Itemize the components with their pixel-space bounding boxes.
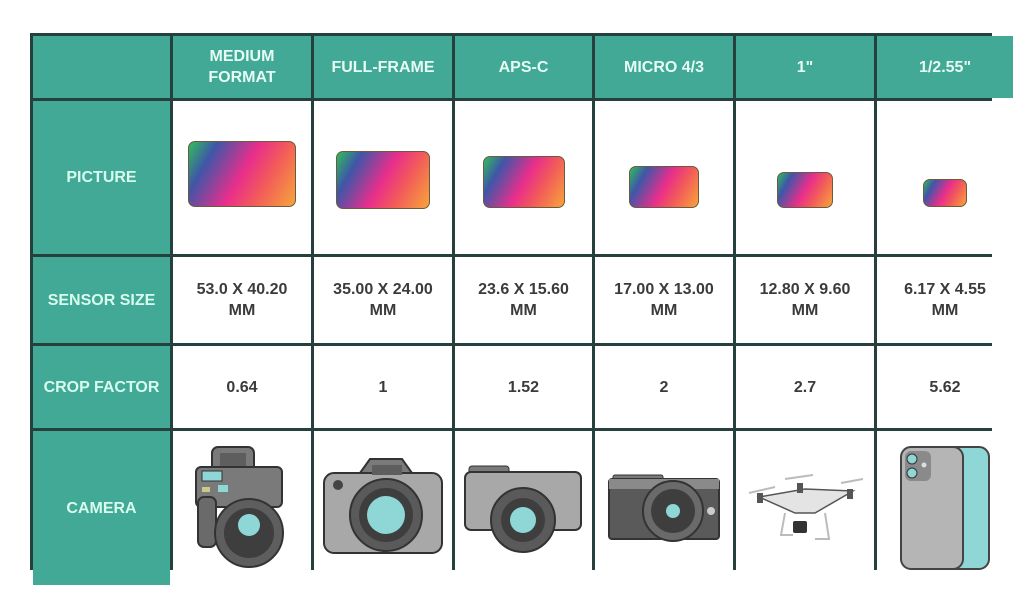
crop-factor-value: 5.62 (877, 346, 1013, 428)
column-header: MEDIUM FORMAT (173, 36, 311, 98)
sensor-size-value: 6.17 X 4.55 MM (877, 257, 1013, 343)
picture-cell (455, 101, 592, 254)
picture-cell (877, 101, 1013, 254)
mirrorless-camera-icon (463, 465, 582, 553)
drone-icon (748, 474, 864, 540)
picture-cell (314, 101, 452, 254)
camera-cell (736, 431, 874, 585)
dslr-camera-icon (323, 458, 443, 554)
crop-factor-value: 2 (595, 346, 733, 428)
sensor-picture (336, 150, 430, 209)
sensor-size-value: 35.00 X 24.00 MM (314, 257, 452, 343)
camera-cell (455, 431, 592, 585)
camera-cell (877, 431, 1013, 585)
column-header: FULL-FRAME (314, 36, 452, 98)
sensor-picture (482, 155, 565, 208)
sensor-picture (188, 140, 296, 207)
sensor-size-value: 17.00 X 13.00 MM (595, 257, 733, 343)
camera-cell (595, 431, 733, 585)
picture-cell (736, 101, 874, 254)
row-label-camera: CAMERA (33, 431, 170, 585)
camera-cell (173, 431, 311, 585)
crop-factor-value: 0.64 (173, 346, 311, 428)
picture-cell (173, 101, 311, 254)
smartphone-icon (900, 446, 990, 570)
column-header: 1/2.55" (877, 36, 1013, 98)
camera-cell (314, 431, 452, 585)
sensor-picture (923, 178, 967, 207)
row-label-crop-factor: CROP FACTOR (33, 346, 170, 428)
crop-factor-value: 1.52 (455, 346, 592, 428)
picture-cell (595, 101, 733, 254)
column-header: MICRO 4/3 (595, 36, 733, 98)
row-label-picture: PICTURE (33, 101, 170, 254)
header-corner (33, 36, 170, 98)
medium-format-camera-icon (195, 446, 284, 568)
crop-factor-value: 1 (314, 346, 452, 428)
sensor-picture (629, 165, 699, 208)
column-header: APS-C (455, 36, 592, 98)
column-header: 1" (736, 36, 874, 98)
row-label-sensor-size: SENSOR SIZE (33, 257, 170, 343)
sensor-picture (777, 171, 833, 208)
sensor-size-value: 12.80 X 9.60 MM (736, 257, 874, 343)
sensor-size-value: 23.6 X 15.60 MM (455, 257, 592, 343)
compact-camera-icon (608, 474, 720, 542)
sensor-comparison-table: MEDIUM FORMAT FULL-FRAME APS-C MICRO 4/3… (30, 33, 1013, 585)
crop-factor-value: 2.7 (736, 346, 874, 428)
sensor-size-value: 53.0 X 40.20 MM (173, 257, 311, 343)
